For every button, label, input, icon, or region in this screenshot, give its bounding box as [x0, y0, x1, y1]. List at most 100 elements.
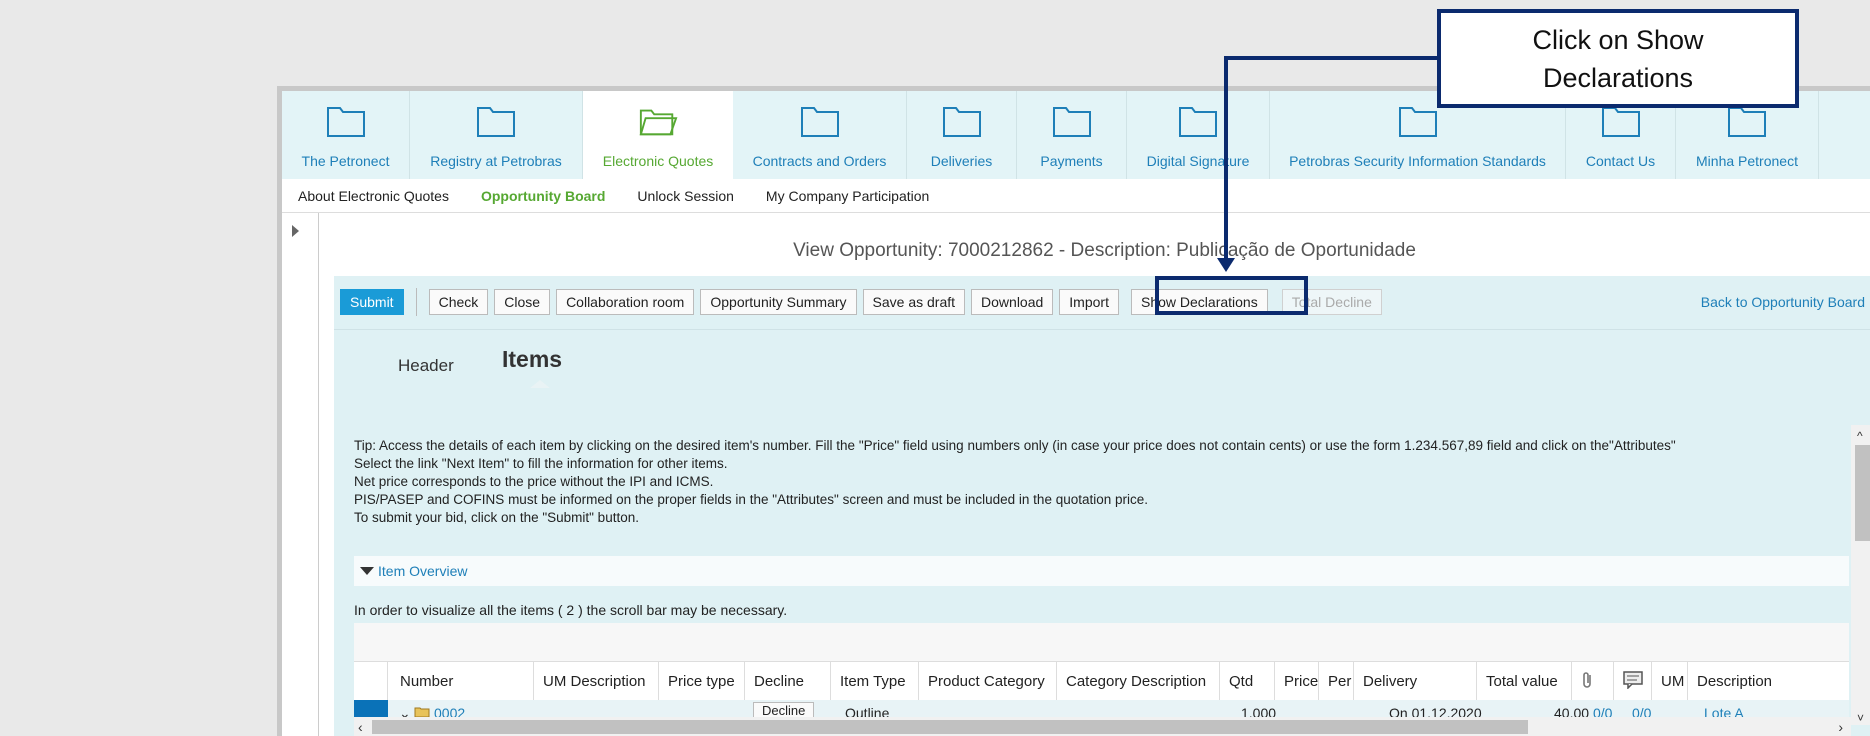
col-attachments[interactable]: [1572, 662, 1614, 701]
main-content: View Opportunity: 7000212862 - Descripti…: [334, 225, 1870, 736]
nav-label: Minha Petronect: [1696, 153, 1798, 169]
col-number[interactable]: Number: [388, 662, 534, 701]
nav-payments[interactable]: Payments: [1017, 91, 1127, 179]
folder-icon: [1398, 101, 1438, 141]
sub-navigation: About Electronic Quotes Opportunity Boar…: [282, 179, 1870, 213]
callout-connector: [1224, 56, 1439, 60]
horizontal-scroll-thumb[interactable]: [372, 720, 1528, 734]
folder-icon: [800, 101, 840, 141]
col-description[interactable]: Description: [1688, 662, 1778, 701]
import-button[interactable]: Import: [1059, 289, 1119, 315]
nav-registry[interactable]: Registry at Petrobras: [410, 91, 583, 179]
submit-button[interactable]: Submit: [340, 289, 404, 315]
comment-icon: [1623, 670, 1643, 693]
callout-line: Click on Show: [1532, 24, 1704, 55]
active-tab-indicator: [530, 380, 550, 388]
tip-line: PIS/PASEP and COFINS must be informed on…: [354, 492, 1149, 507]
nav-label: Payments: [1040, 153, 1103, 169]
attachments-link[interactable]: 0/0: [1593, 705, 1612, 717]
nav-digital-signature[interactable]: Digital Signature: [1127, 91, 1270, 179]
callout-arrow-icon: [1217, 258, 1235, 272]
check-button[interactable]: Check: [428, 289, 489, 315]
col-price-type[interactable]: Price type: [659, 662, 745, 701]
folder-icon: [942, 101, 982, 141]
col-delivery[interactable]: Delivery: [1354, 662, 1477, 701]
callout-line: Declarations: [1542, 62, 1694, 93]
folder-small-icon: [414, 705, 430, 717]
nav-deliveries[interactable]: Deliveries: [907, 91, 1017, 179]
nav-the-petronect[interactable]: The Petronect: [282, 91, 410, 179]
tab-header[interactable]: Header: [398, 356, 454, 376]
nav-label: Contact Us: [1585, 153, 1656, 169]
save-draft-button[interactable]: Save as draft: [862, 289, 966, 315]
select-column-header[interactable]: [354, 662, 388, 701]
download-button[interactable]: Download: [971, 289, 1054, 315]
collapse-triangle-icon: [360, 567, 374, 575]
subnav-unlock-session[interactable]: Unlock Session: [637, 188, 734, 204]
item-type-cell: Outline: [845, 705, 890, 717]
horizontal-scrollbar[interactable]: ‹ ›: [354, 717, 1851, 736]
nav-electronic-quotes[interactable]: Electronic Quotes: [583, 91, 733, 179]
row-selector[interactable]: [354, 700, 388, 717]
grid-toolbar: [354, 623, 1849, 661]
nav-label: Petrobras Security Information Standards: [1289, 153, 1546, 169]
col-item-type[interactable]: Item Type: [831, 662, 919, 701]
notes-link[interactable]: 0/0: [1632, 705, 1651, 717]
nav-label: The Petronect: [301, 153, 390, 169]
instruction-callout: Click on Show Declarations: [1437, 9, 1799, 108]
col-product-category[interactable]: Product Category: [919, 662, 1057, 701]
qtd-cell: 1.000: [1241, 705, 1277, 717]
scroll-left-icon[interactable]: ‹: [358, 719, 363, 735]
action-toolbar: Submit Check Close Collaboration room Op…: [334, 276, 1870, 328]
col-um-description[interactable]: UM Description: [534, 662, 659, 701]
app-frame: The Petronect Registry at Petrobras Elec…: [277, 86, 1870, 736]
paperclip-icon: [1581, 671, 1595, 693]
item-number-link[interactable]: 0002: [434, 705, 465, 717]
vertical-scrollbar[interactable]: ^ ˅: [1851, 425, 1870, 725]
col-price[interactable]: Price: [1275, 662, 1319, 701]
side-panel-toggle[interactable]: [282, 213, 319, 736]
folder-icon: [1052, 101, 1092, 141]
scroll-note: In order to visualize all the items ( 2 …: [354, 602, 788, 618]
col-category-description[interactable]: Category Description: [1057, 662, 1220, 701]
scroll-right-icon[interactable]: ›: [1838, 719, 1843, 735]
tab-items[interactable]: Items: [502, 346, 562, 373]
scroll-up-icon[interactable]: ^: [1857, 429, 1863, 443]
vertical-scroll-thumb[interactable]: [1855, 445, 1870, 541]
col-qtd[interactable]: Qtd: [1220, 662, 1275, 701]
nav-label: Contracts and Orders: [752, 153, 887, 169]
col-per[interactable]: Per: [1319, 662, 1354, 701]
row-decline-button[interactable]: Decline: [753, 702, 815, 717]
tip-line: Select the link "Next Item" to fill the …: [354, 456, 728, 471]
table-header: Number UM Description Price type Decline…: [354, 661, 1849, 701]
open-folder-icon: [638, 101, 678, 141]
subnav-about[interactable]: About Electronic Quotes: [298, 188, 449, 204]
toolbar-divider: [415, 288, 417, 316]
scroll-down-icon[interactable]: ˅: [1857, 711, 1864, 725]
col-total-value[interactable]: Total value: [1477, 662, 1572, 701]
back-to-board-link[interactable]: Back to Opportunity Board: [1701, 294, 1865, 310]
callout-connector: [1224, 56, 1228, 260]
expand-arrow-icon: [292, 225, 299, 237]
tip-text: Tip: Access the details of each item by …: [354, 437, 1864, 527]
delivery-cell: On 01.12.2020: [1389, 705, 1482, 717]
nav-contracts[interactable]: Contracts and Orders: [733, 91, 907, 179]
subnav-company-participation[interactable]: My Company Participation: [766, 188, 929, 204]
item-overview-label: Item Overview: [378, 563, 468, 579]
col-notes[interactable]: [1614, 662, 1652, 701]
expand-chevron-icon[interactable]: ⌄: [399, 705, 411, 717]
close-button[interactable]: Close: [494, 289, 551, 315]
table-row[interactable]: ⌄ 0002 Decline Outline 1.000 On 01.12.20…: [354, 700, 1849, 717]
collaboration-room-button[interactable]: Collaboration room: [556, 289, 695, 315]
tip-line: Net price corresponds to the price witho…: [354, 474, 714, 489]
nav-label: Digital Signature: [1146, 153, 1250, 169]
opportunity-summary-button[interactable]: Opportunity Summary: [700, 289, 857, 315]
subnav-opportunity-board[interactable]: Opportunity Board: [481, 188, 605, 204]
col-um[interactable]: UM: [1652, 662, 1688, 701]
item-overview-toggle[interactable]: Item Overview: [354, 556, 1849, 586]
folder-icon: [326, 101, 366, 141]
nav-label: Registry at Petrobras: [430, 153, 562, 169]
col-decline[interactable]: Decline: [745, 662, 831, 701]
description-link[interactable]: Lote A: [1704, 705, 1744, 717]
page-title: View Opportunity: 7000212862 - Descripti…: [334, 225, 1870, 276]
